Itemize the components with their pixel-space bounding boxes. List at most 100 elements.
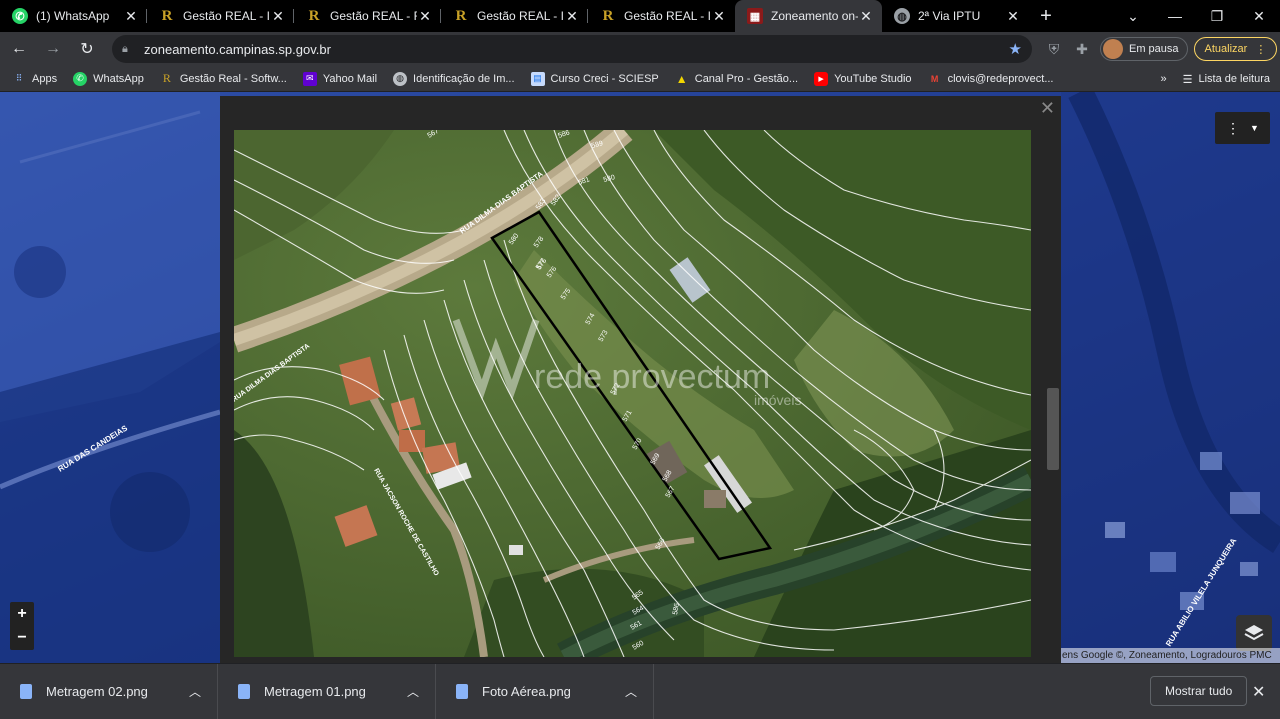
tab-search-icon[interactable]: ⌄ [1112, 0, 1154, 32]
minimize-button[interactable]: — [1154, 0, 1196, 32]
bookmark-label: Gestão Real - Softw... [179, 72, 287, 85]
layers-button[interactable] [1236, 615, 1272, 651]
bookmark-apps[interactable]: ⠿ Apps [12, 72, 57, 86]
tab-gestao-real-4[interactable]: R Gestão REAL - Im ✕ [588, 0, 735, 32]
tab-zoneamento[interactable]: ▦ Zoneamento on-l ✕ [735, 0, 882, 32]
bookmark-yahoo-mail[interactable]: ✉ Yahoo Mail [302, 71, 377, 86]
bookmark-canal-pro[interactable]: ▲ Canal Pro - Gestão... [675, 72, 798, 86]
bookmark-label: Identificação de Im... [413, 72, 515, 85]
caret-down-icon: ▼ [1250, 123, 1259, 133]
yahoo-mail-icon: ✉ [302, 71, 317, 86]
globe-icon: ◍ [894, 8, 910, 24]
r-logo-icon: R [455, 7, 467, 24]
download-item[interactable]: Metragem 02.png ︿ [0, 663, 218, 719]
r-logo-icon: R [602, 7, 614, 24]
downloads-bar: Metragem 02.png ︿ Metragem 01.png ︿ Foto… [0, 663, 1280, 719]
download-item[interactable]: Foto Aérea.png ︿ [436, 663, 654, 719]
youtube-icon: ▶ [814, 71, 829, 86]
map-options-button[interactable]: ⋮ ▼ [1215, 112, 1270, 144]
zoneamento-icon: ▦ [747, 8, 763, 24]
bookmark-label: WhatsApp [93, 72, 144, 85]
zoom-control: + − [10, 602, 34, 650]
address-bar[interactable]: 🔒︎ zoneamento.campinas.sp.gov.br ★ [112, 35, 1032, 63]
bookmarks-right: » ☰ Lista de leitura [1160, 66, 1270, 92]
bookmarks-bar: ⠿ Apps ✆ WhatsApp R Gestão Real - Softw.… [0, 66, 1280, 92]
watermark-text: rede provectum [534, 358, 770, 396]
document-icon: ▤ [530, 71, 545, 86]
bookmark-label: Apps [32, 72, 58, 85]
apps-grid-icon: ⠿ [15, 73, 23, 83]
bookmark-label: Canal Pro - Gestão... [694, 72, 799, 85]
reload-button[interactable]: ↻ [72, 34, 102, 64]
tab-title: Gestão REAL - Im [477, 9, 564, 23]
whatsapp-icon: ✆ [12, 8, 28, 24]
bookmark-star-icon[interactable]: ★ [1009, 40, 1022, 58]
bookmark-identificacao[interactable]: ◍ Identificação de Im... [393, 71, 515, 86]
new-tab-button[interactable]: + [1029, 0, 1063, 32]
zoom-in-button[interactable]: + [17, 605, 26, 623]
tab-iptu[interactable]: ◍ 2ª Via IPTU ✕ [882, 0, 1029, 32]
bookmark-whatsapp[interactable]: ✆ WhatsApp [73, 71, 144, 86]
puzzle-extensions-icon[interactable]: ✚ [1068, 35, 1096, 63]
chevron-up-icon[interactable]: ︿ [407, 683, 419, 700]
watermark-subtext: imóveis [754, 392, 801, 408]
profile-label: Em pausa [1129, 43, 1179, 55]
more-bookmarks-icon[interactable]: » [1160, 73, 1166, 85]
avatar [1103, 39, 1123, 59]
tab-gestao-real-3[interactable]: R Gestão REAL - Im ✕ [441, 0, 588, 32]
download-name: Metragem 02.png [46, 684, 148, 699]
tab-title: (1) WhatsApp [36, 9, 110, 23]
tab-whatsapp[interactable]: ✆ (1) WhatsApp ✕ [0, 0, 147, 32]
tab-gestao-real-1[interactable]: R Gestão REAL - Im ✕ [147, 0, 294, 32]
bookmark-gestao-real[interactable]: R Gestão Real - Softw... [160, 71, 287, 86]
tab-title: 2ª Via IPTU [918, 9, 981, 23]
close-icon[interactable]: ✕ [270, 8, 286, 25]
tab-title: Zoneamento on-l [771, 9, 858, 23]
download-name: Foto Aérea.png [482, 684, 571, 699]
globe-icon: ◍ [393, 71, 408, 86]
bookmark-label: Curso Creci - SCIESP [550, 72, 659, 85]
r-logo-icon: R [162, 71, 171, 85]
back-button[interactable]: ← [4, 34, 34, 64]
show-all-downloads-button[interactable]: Mostrar tudo [1150, 676, 1248, 706]
window-controls: ⌄ — ❐ ✕ [1112, 0, 1280, 32]
download-item[interactable]: Metragem 01.png ︿ [218, 663, 436, 719]
reading-list-button[interactable]: Lista de leitura [1198, 73, 1270, 85]
bookmark-label: clovis@redeprovect... [947, 72, 1054, 85]
zoom-out-button[interactable]: − [17, 629, 26, 647]
bookmark-gmail[interactable]: M clovis@redeprovect... [928, 72, 1054, 86]
close-icon[interactable]: ✕ [858, 8, 874, 25]
chevron-up-icon[interactable]: ︿ [189, 683, 201, 700]
file-icon [456, 684, 468, 699]
tab-title: Gestão REAL - Im [183, 9, 270, 23]
close-icon[interactable]: ✕ [417, 8, 433, 25]
file-icon [20, 684, 32, 699]
chevron-up-icon[interactable]: ︿ [625, 683, 637, 700]
close-icon[interactable]: ✕ [123, 8, 139, 25]
close-icon[interactable]: ✕ [1040, 98, 1055, 119]
browser-toolbar: ← → ↻ 🔒︎ zoneamento.campinas.sp.gov.br ★… [0, 32, 1280, 66]
tab-gestao-real-2[interactable]: R Gestão REAL - Fic ✕ [294, 0, 441, 32]
more-vert-icon: ⋮ [1226, 119, 1241, 136]
update-button[interactable]: Atualizar ⋮ [1193, 37, 1278, 61]
close-icon[interactable]: ✕ [1252, 682, 1265, 702]
bookmark-label: YouTube Studio [834, 72, 912, 85]
image-modal: ✕ 567 586 589 581 580 583 582 580 578 57… [220, 96, 1061, 663]
maximize-button[interactable]: ❐ [1196, 0, 1238, 32]
close-icon[interactable]: ✕ [1005, 8, 1021, 25]
tab-title: Gestão REAL - Fic [330, 9, 417, 23]
modal-scrollbar[interactable] [1047, 388, 1059, 470]
forward-button[interactable]: → [38, 34, 68, 64]
close-icon[interactable]: ✕ [564, 8, 580, 25]
bookmark-curso-creci[interactable]: ▤ Curso Creci - SCIESP [530, 71, 659, 86]
close-window-button[interactable]: ✕ [1238, 0, 1280, 32]
close-icon[interactable]: ✕ [711, 8, 727, 25]
download-name: Metragem 01.png [264, 684, 366, 699]
profile-button[interactable]: Em pausa [1100, 37, 1188, 61]
update-label: Atualizar [1204, 43, 1248, 55]
bookmark-youtube-studio[interactable]: ▶ YouTube Studio [814, 71, 912, 86]
shield-extension-icon[interactable]: ⛨ [1040, 35, 1068, 63]
aerial-photo-svg: 567 586589581 580583 582580 5785765775765755… [234, 130, 1031, 657]
browser-window: ✆ (1) WhatsApp ✕ R Gestão REAL - Im ✕ R … [0, 0, 1280, 719]
aerial-photo: 567 586 589 581 580 583 582 580 578 576 577 576 575 5… [234, 130, 1031, 657]
